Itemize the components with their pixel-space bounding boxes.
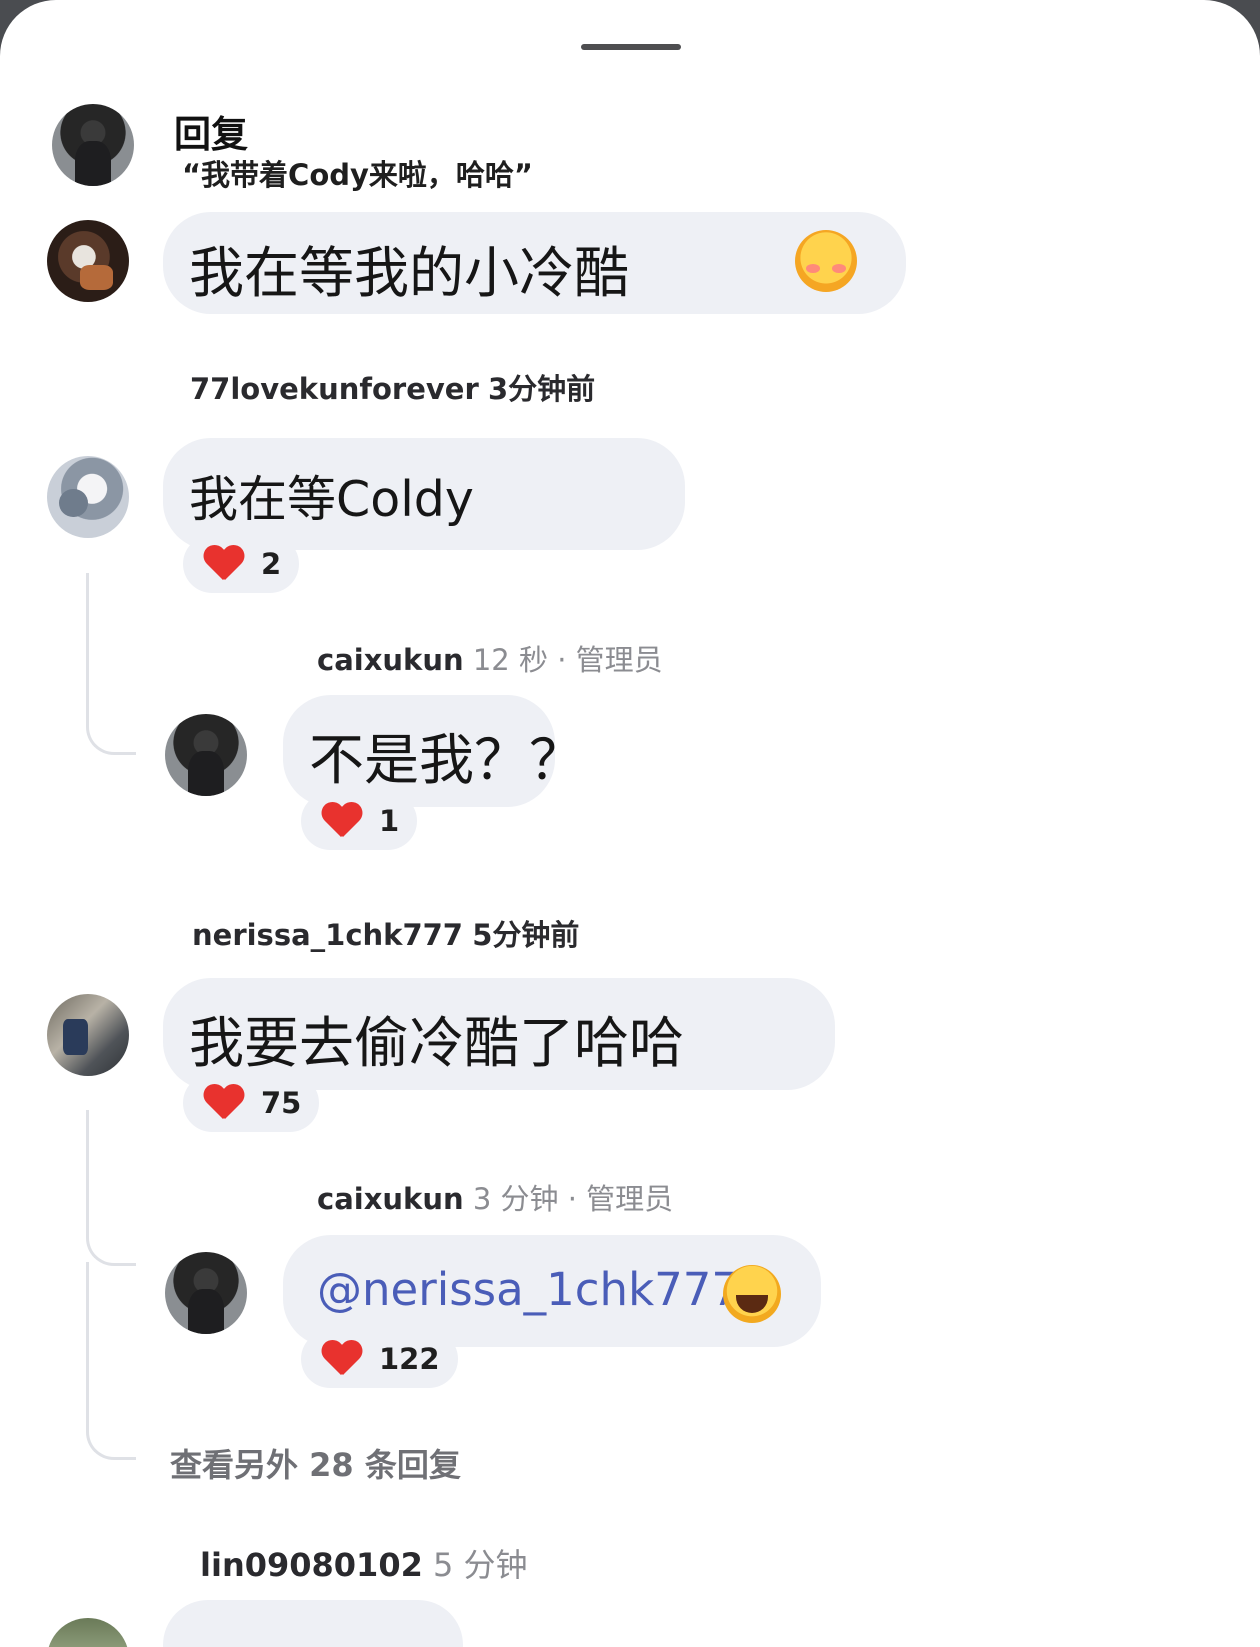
like-reaction[interactable]: 75 [183,1074,320,1132]
heart-icon [321,803,361,839]
comment-username[interactable]: caixukun [317,643,464,677]
reply-label: 回复 [174,113,248,156]
like-reaction[interactable]: 122 [301,1330,458,1388]
reply-input[interactable]: 我在等我的小冷酷 [163,212,906,314]
comment-time: 3 分钟 · 管理员 [472,1182,674,1216]
comment-username[interactable]: nerissa_1chk777 [192,918,463,952]
avatar[interactable] [47,994,129,1076]
comment-time: 5 分钟 [433,1546,528,1584]
heart-icon [203,1085,243,1121]
like-reaction[interactable]: 2 [183,535,300,593]
like-count: 75 [261,1086,302,1120]
heart-icon [321,1341,361,1377]
reply-quote: “我带着Cody来啦，哈哈” [182,158,533,192]
comment-text: 不是我？？ [309,728,585,792]
thread-connector [86,573,136,755]
like-reaction[interactable]: 1 [301,792,418,850]
comment-sheet: 回复 “我带着Cody来啦，哈哈” 我在等我的小冷酷 77lovekunfore… [0,0,1260,1647]
comment-time: 3分钟前 [487,372,596,406]
avatar[interactable] [47,220,129,302]
reply-input-text: 我在等我的小冷酷 [189,241,630,305]
comment-bubble[interactable]: 不是我？？ [283,695,584,807]
comment-meta: caixukun 12 秒 · 管理员 [317,637,663,679]
comment-username[interactable]: lin09080102 [200,1546,423,1584]
like-count: 1 [379,804,400,838]
comment-meta: nerissa_1chk777 5分钟前 [192,912,579,954]
comment-meta: caixukun 3 分钟 · 管理员 [317,1176,673,1218]
thread-connector [86,1110,136,1266]
comment-text: 我在等Coldy [189,471,474,528]
avatar[interactable] [165,1252,247,1334]
like-count: 2 [261,547,282,581]
comment-text: 我要去偷冷酷了哈哈 [189,1011,685,1075]
comment-meta: lin09080102 5 分钟 [200,1540,528,1586]
view-more-replies-button[interactable]: 查看另外 28 条回复 [170,1440,461,1486]
drag-handle[interactable] [581,44,681,50]
comment-time: 5分钟前 [472,918,580,952]
avatar[interactable] [52,104,134,186]
comment-bubble[interactable] [163,1600,463,1647]
comment-time: 12 秒 · 管理员 [472,643,663,677]
smiling-face-with-hearts-icon [795,230,857,292]
comment-bubble[interactable]: 我在等Coldy [163,438,685,550]
face-with-tears-of-joy-icon [723,1265,781,1323]
comment-meta: 77lovekunforever 3分钟前 [190,366,595,408]
mention-link[interactable]: @nerissa_1chk777 [317,1263,740,1316]
avatar[interactable] [47,456,129,538]
avatar[interactable] [165,714,247,796]
thread-connector [86,1262,136,1460]
heart-icon [203,546,243,582]
like-count: 122 [379,1342,440,1376]
comment-username[interactable]: caixukun [317,1182,464,1216]
avatar[interactable] [47,1618,129,1647]
comment-username[interactable]: 77lovekunforever [190,372,479,406]
